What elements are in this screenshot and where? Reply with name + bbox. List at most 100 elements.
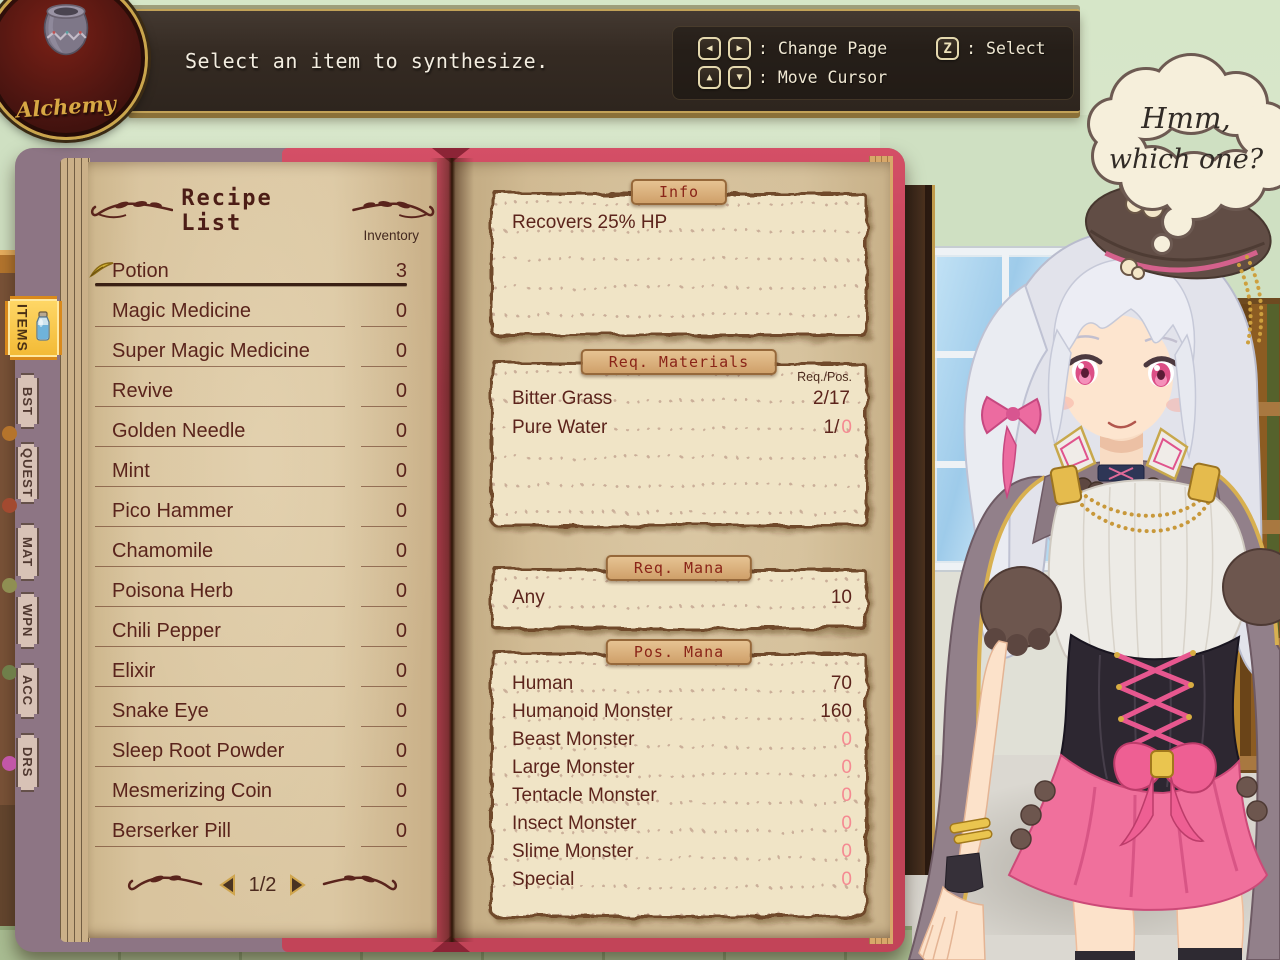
mana-value: 0 — [841, 757, 852, 779]
recipe-item-row[interactable]: Berserker Pill 0 — [95, 812, 407, 852]
recipe-item-list: Potion 3 Magic Medicine 0 Super Magic Me — [95, 252, 407, 852]
select-hint-group: Z : Select — [936, 37, 1045, 60]
recipe-item-count: 0 — [361, 660, 407, 687]
recipe-item-count: 0 — [361, 620, 407, 647]
category-tab[interactable]: WPN — [16, 592, 39, 649]
recipe-item-count: 0 — [361, 460, 407, 487]
recipe-item-name: Snake Eye — [95, 700, 345, 727]
mana-type: Beast Monster — [512, 729, 635, 751]
recipe-item-name: Mesmerizing Coin — [95, 780, 345, 807]
bookmark-ribbon — [2, 665, 17, 680]
required-mana-label: Req. Mana — [606, 555, 752, 581]
mana-row: Insect Monster 0 — [512, 810, 852, 838]
alchemy-screen: Recipe List Inventory Potion 3 — [0, 0, 1280, 960]
recipe-item-row[interactable]: Pico Hammer 0 — [95, 492, 407, 532]
recipe-item-count: 0 — [361, 580, 407, 607]
mana-value: 0 — [841, 729, 852, 751]
recipe-list-page: Recipe List Inventory Potion 3 — [88, 162, 437, 938]
recipe-item-name: Magic Medicine — [95, 300, 345, 327]
recipe-list-title: Recipe List — [181, 186, 343, 236]
flourish-ornament — [320, 872, 400, 898]
mana-value: 0 — [841, 813, 852, 835]
recipe-item-count: 0 — [361, 300, 407, 327]
recipe-item-row[interactable]: Mesmerizing Coin 0 — [95, 772, 407, 812]
required-materials-panel: Req. Materials Req./Pos. Bitter Grass 2/… — [490, 362, 868, 527]
change-page-hint: : Change Page — [758, 39, 887, 58]
next-page-button[interactable] — [288, 874, 308, 896]
material-req-pos-value: 1/0 — [824, 417, 852, 439]
recipe-item-name: Sleep Root Powder — [95, 740, 345, 767]
page-indicator: 1/2 — [249, 874, 277, 897]
left-arrow-key-icon: ◀ — [698, 37, 721, 60]
page-navigation: 1/2 — [88, 872, 437, 898]
flourish-ornament — [125, 872, 205, 898]
recipe-item-name: Chamomile — [95, 540, 345, 567]
alchemy-pot-icon — [33, 0, 99, 66]
book-spine-notch-top — [432, 148, 470, 163]
material-req-pos-value: 2/17 — [813, 388, 852, 410]
bookmark-ribbon — [2, 426, 17, 441]
category-tab-label: ITEMS — [15, 304, 31, 352]
potion-bottle-icon — [33, 311, 53, 346]
recipe-item-row[interactable]: Chili Pepper 0 — [95, 612, 407, 652]
material-name: Pure Water — [512, 417, 607, 439]
recipe-item-row[interactable]: Magic Medicine 0 — [95, 292, 407, 332]
move-cursor-hint: : Move Cursor — [758, 68, 887, 87]
recipe-item-name: Poisona Herb — [95, 580, 345, 607]
category-tab[interactable]: DRS — [16, 733, 39, 792]
bookmark-ribbon — [2, 498, 17, 513]
mana-type: Humanoid Monster — [512, 701, 673, 723]
mana-type: Any — [512, 587, 545, 609]
recipe-item-row[interactable]: Super Magic Medicine 0 — [95, 332, 407, 372]
recipe-item-row[interactable]: Mint 0 — [95, 452, 407, 492]
mana-value: 160 — [820, 701, 852, 723]
recipe-item-count: 0 — [361, 820, 407, 847]
recipe-item-row[interactable]: Elixir 0 — [95, 652, 407, 692]
possessed-mana-panel: Pos. Mana Human 70 Humanoid Monster 160 … — [490, 652, 868, 918]
info-panel-label: Info — [631, 179, 727, 205]
recipe-item-row[interactable]: Snake Eye 0 — [95, 692, 407, 732]
alchemy-title: Alchemy — [0, 89, 146, 125]
z-key-icon: Z — [936, 37, 959, 60]
required-mana-rows: Any 10 — [512, 580, 852, 616]
required-mana-panel: Req. Mana Any 10 — [490, 568, 868, 630]
category-tab[interactable]: ACC — [16, 663, 39, 719]
mana-type: Large Monster — [512, 757, 635, 779]
recipe-item-count: 0 — [361, 340, 407, 367]
recipe-item-count: 0 — [361, 500, 407, 527]
recipe-item-row[interactable]: Sleep Root Powder 0 — [95, 732, 407, 772]
inventory-column-label: Inventory — [363, 228, 419, 243]
category-tab[interactable]: ITEMS — [5, 296, 62, 360]
mana-value: 10 — [831, 587, 852, 609]
mana-row: Slime Monster 0 — [512, 838, 852, 866]
mana-row: Any 10 — [512, 580, 852, 616]
recipe-item-row[interactable]: Potion 3 — [95, 252, 407, 292]
recipe-item-row[interactable]: Poisona Herb 0 — [95, 572, 407, 612]
top-banner: Select an item to synthesize. ◀ ▶ : Chan… — [128, 9, 1080, 113]
recipe-item-count: 0 — [361, 420, 407, 447]
recipe-item-name: Chili Pepper — [95, 620, 345, 647]
book-spine-notch-bottom — [432, 936, 470, 952]
mana-type: Slime Monster — [512, 841, 633, 863]
alchemy-emblem: Alchemy — [0, 0, 148, 140]
speech-bubble: Hmm, which one? — [1086, 52, 1280, 257]
category-tab-label: DRS — [20, 747, 35, 777]
mana-type: Human — [512, 673, 573, 695]
category-tab[interactable]: QUEST — [16, 442, 39, 504]
category-tab[interactable]: BST — [16, 373, 39, 429]
mana-value: 0 — [841, 841, 852, 863]
book-page-stack-left — [60, 158, 90, 942]
flourish-ornament — [352, 198, 437, 224]
category-tab[interactable]: MAT — [16, 523, 39, 581]
recipe-item-count: 3 — [361, 260, 407, 287]
recipe-item-row[interactable]: Chamomile 0 — [95, 532, 407, 572]
required-materials-label: Req. Materials — [581, 349, 777, 375]
mana-type: Insect Monster — [512, 813, 637, 835]
recipe-detail-page: Info Recovers 25% HP Req. Materials Req.… — [452, 162, 890, 938]
mana-row: Large Monster 0 — [512, 754, 852, 782]
category-tab-label: WPN — [20, 604, 35, 637]
recipe-item-row[interactable]: Revive 0 — [95, 372, 407, 412]
mana-value: 0 — [841, 869, 852, 891]
prev-page-button[interactable] — [217, 874, 237, 896]
recipe-item-row[interactable]: Golden Needle 0 — [95, 412, 407, 452]
